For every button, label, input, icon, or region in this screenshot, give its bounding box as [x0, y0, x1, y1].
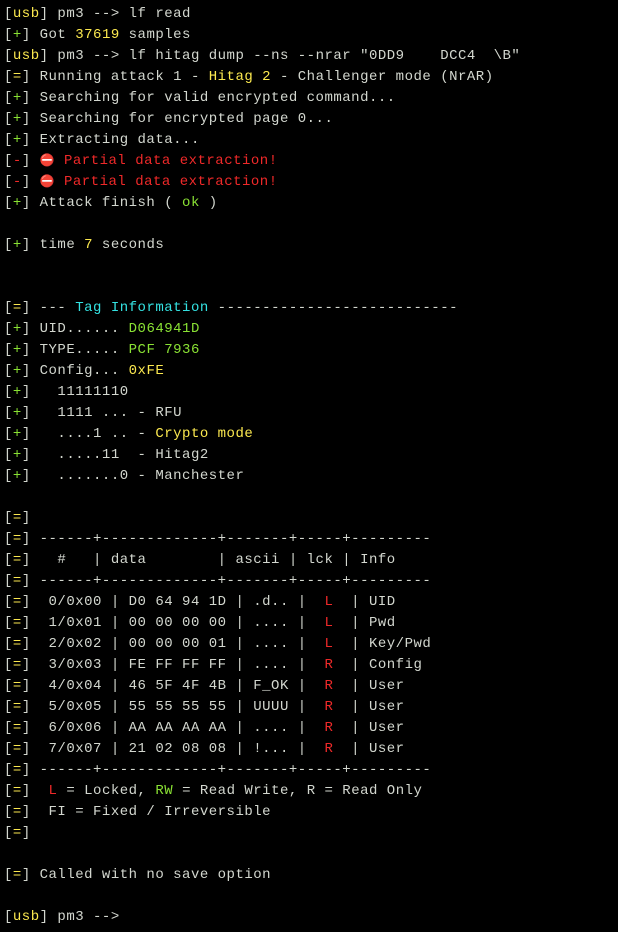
no-entry-icon: ⛔ — [40, 175, 55, 189]
terminal-line: [+] Got 37619 samples — [4, 25, 614, 46]
prompt-line[interactable]: [usb] pm3 --> — [4, 907, 614, 928]
legend-line: [=] FI = Fixed / Irreversible — [4, 802, 614, 823]
no-entry-icon: ⛔ — [40, 154, 55, 168]
usb-label: usb — [13, 6, 40, 22]
terminal-line: [-] ⛔ Partial data extraction! — [4, 151, 614, 172]
table-row: [=] 7/0x07 | 21 02 08 08 | !... | R | Us… — [4, 739, 614, 760]
terminal-line: [=] ------+-------------+-------+-----+-… — [4, 760, 614, 781]
terminal-line: [+] Searching for encrypted page 0... — [4, 109, 614, 130]
command: lf read — [129, 6, 191, 22]
table-row: [=] 6/0x06 | AA AA AA AA | .... | R | Us… — [4, 718, 614, 739]
terminal-line: [+] Attack finish ( ok ) — [4, 193, 614, 214]
terminal-line: [=] --- Tag Information ----------------… — [4, 298, 614, 319]
command: lf hitag dump --ns --nrar "0DD9 DCC4 \B" — [129, 48, 521, 64]
terminal-line: [+] .......0 - Manchester — [4, 466, 614, 487]
terminal-line: [=] ------+-------------+-------+-----+-… — [4, 571, 614, 592]
terminal-line: [=] Running attack 1 - Hitag 2 - Challen… — [4, 67, 614, 88]
uid-value: D064941D — [129, 321, 200, 337]
terminal-line: [+] Config... 0xFE — [4, 361, 614, 382]
terminal-line: [+] Searching for valid encrypted comman… — [4, 88, 614, 109]
terminal-line: [=] ------+-------------+-------+-----+-… — [4, 529, 614, 550]
legend-line: [=] L = Locked, RW = Read Write, R = Rea… — [4, 781, 614, 802]
table-row: [=] 2/0x02 | 00 00 00 01 | .... | L | Ke… — [4, 634, 614, 655]
terminal-line — [4, 844, 614, 865]
terminal-line: [+] TYPE..... PCF 7936 — [4, 340, 614, 361]
type-value: PCF 7936 — [129, 342, 200, 358]
table-row: [=] 1/0x01 | 00 00 00 00 | .... | L | Pw… — [4, 613, 614, 634]
terminal-line — [4, 277, 614, 298]
table-header: [=] # | data | ascii | lck | Info — [4, 550, 614, 571]
terminal-line — [4, 214, 614, 235]
terminal-line: [+] .....11 - Hitag2 — [4, 445, 614, 466]
table-row: [=] 4/0x04 | 46 5F 4F 4B | F_OK | R | Us… — [4, 676, 614, 697]
terminal-line: [+] time 7 seconds — [4, 235, 614, 256]
terminal-line: [+] 11111110 — [4, 382, 614, 403]
terminal-line: [+] ....1 .. - Crypto mode — [4, 424, 614, 445]
terminal-line: [+] Extracting data... — [4, 130, 614, 151]
terminal-line: [-] ⛔ Partial data extraction! — [4, 172, 614, 193]
config-value: 0xFE — [129, 363, 165, 379]
terminal-line: [usb] pm3 --> lf hitag dump --ns --nrar … — [4, 46, 614, 67]
terminal-line: [=] — [4, 508, 614, 529]
terminal-line: [usb] pm3 --> lf read — [4, 4, 614, 25]
terminal-line: [+] 1111 ... - RFU — [4, 403, 614, 424]
terminal-line: [+] UID...... D064941D — [4, 319, 614, 340]
table-row: [=] 5/0x05 | 55 55 55 55 | UUUU | R | Us… — [4, 697, 614, 718]
terminal-line: [=] Called with no save option — [4, 865, 614, 886]
terminal-line: [=] — [4, 823, 614, 844]
terminal-line — [4, 487, 614, 508]
table-row: [=] 0/0x00 | D0 64 94 1D | .d.. | L | UI… — [4, 592, 614, 613]
terminal-line — [4, 256, 614, 277]
table-row: [=] 3/0x03 | FE FF FF FF | .... | R | Co… — [4, 655, 614, 676]
